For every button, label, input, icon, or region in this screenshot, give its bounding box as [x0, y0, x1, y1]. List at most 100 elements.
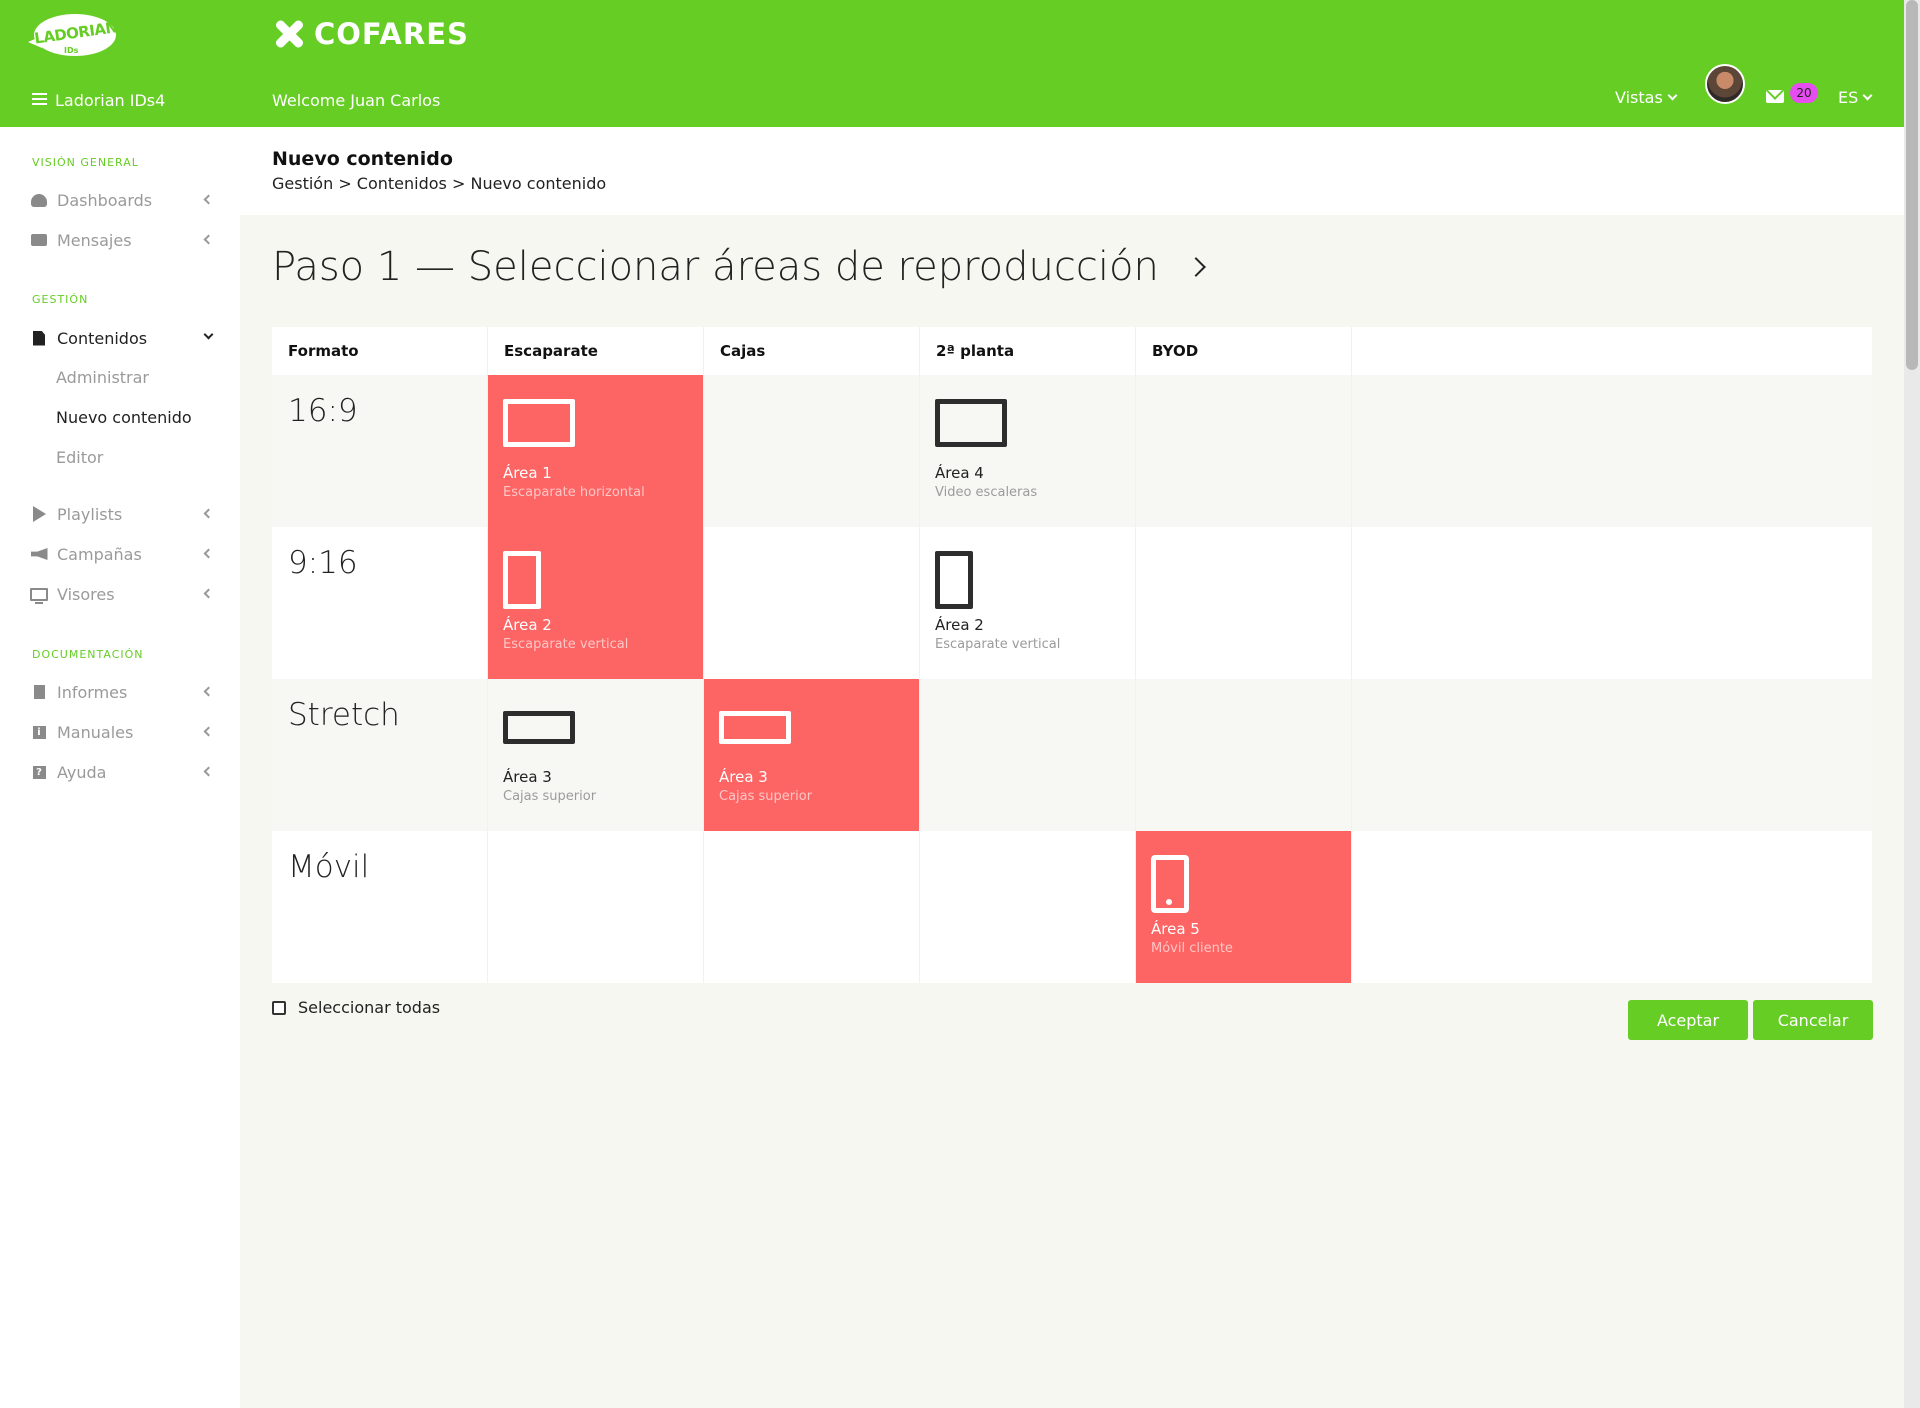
area-card-area-3-escaparate[interactable]: Área 3 Cajas superior — [488, 679, 703, 831]
envelope-icon[interactable] — [1766, 90, 1784, 103]
cofares-mark-icon — [272, 17, 306, 51]
grid-cell: Área 1 Escaparate horizontal — [488, 375, 704, 527]
sidebar-item-label: Dashboards — [57, 190, 153, 210]
grid-cell-empty — [1352, 831, 1872, 983]
area-card-area-1[interactable]: Área 1 Escaparate horizontal — [488, 375, 703, 527]
grid-row-16-9: 16:9 Área 1 Escaparate horizontal Área 4… — [272, 375, 1872, 527]
top-bar: LADORIAN IDs Ladorian IDs4 COFARES Welco… — [0, 0, 1904, 127]
grid-cell-empty — [920, 831, 1136, 983]
grid-cell-empty — [704, 527, 920, 679]
file-icon — [30, 329, 48, 347]
language-dropdown[interactable]: ES — [1838, 88, 1873, 107]
sidebar-item-campanas[interactable]: Campañas — [30, 539, 216, 569]
sidebar-item-playlists[interactable]: Playlists — [30, 499, 216, 529]
chevron-left-icon — [203, 766, 214, 777]
sidebar-item-label: Informes — [57, 682, 128, 702]
area-card-area-5[interactable]: Área 5 Móvil cliente — [1136, 831, 1351, 983]
area-card-area-4[interactable]: Área 4 Video escaleras — [920, 375, 1135, 527]
screen-horizontal-icon — [503, 399, 575, 447]
sidebar-item-manuales[interactable]: i Manuales — [30, 717, 216, 747]
sidebar-item-visores[interactable]: Visores — [30, 579, 216, 609]
area-label: Área 4 — [935, 464, 984, 482]
area-description: Escaparate horizontal — [503, 485, 645, 500]
format-label: 16:9 — [272, 375, 488, 527]
area-description: Escaparate vertical — [935, 637, 1061, 652]
grid-cell-empty — [1136, 679, 1352, 831]
help-icon: ? — [30, 763, 48, 781]
chevron-left-icon — [203, 234, 214, 245]
sidebar-item-contenidos[interactable]: Contenidos — [30, 323, 216, 353]
grid-cell: Área 3 Cajas superior — [704, 679, 920, 831]
step-title-text: Paso 1 — Seleccionar áreas de reproducci… — [272, 244, 1159, 290]
area-description: Móvil cliente — [1151, 941, 1233, 956]
sidebar-item-label: Mensajes — [57, 230, 132, 250]
sidebar-item-informes[interactable]: Informes — [30, 677, 216, 707]
menu-icon[interactable] — [32, 93, 47, 105]
chevron-right-icon[interactable] — [1185, 257, 1206, 277]
sidebar-item-dashboards[interactable]: Dashboards — [30, 185, 216, 215]
select-all[interactable]: Seleccionar todas — [272, 998, 440, 1017]
column-header-2a-planta: 2ª planta — [920, 327, 1136, 375]
area-label: Área 2 — [503, 616, 552, 634]
grid-cell-empty — [704, 831, 920, 983]
area-label: Área 2 — [935, 616, 984, 634]
grid-cell-empty — [1352, 375, 1872, 527]
select-all-label: Seleccionar todas — [298, 998, 441, 1017]
screen-vertical-icon — [503, 551, 541, 609]
grid-cell: Área 2 Escaparate vertical — [920, 527, 1136, 679]
areas-grid: Formato Escaparate Cajas 2ª planta BYOD … — [272, 327, 1872, 983]
sidebar-item-label: Manuales — [57, 722, 134, 742]
play-icon — [30, 505, 48, 523]
welcome-text: Welcome Juan Carlos — [272, 91, 441, 110]
file-text-icon — [30, 683, 48, 701]
language-label: ES — [1838, 88, 1859, 107]
grid-cell-empty — [704, 375, 920, 527]
sidebar-item-label: Playlists — [57, 504, 123, 524]
area-label: Área 3 — [503, 768, 552, 786]
grid-row-movil: Móvil Área 5 Móvil cliente — [272, 831, 1872, 983]
sidebar-item-ayuda[interactable]: ? Ayuda — [30, 757, 216, 787]
envelope-icon — [30, 231, 48, 249]
monitor-icon — [30, 585, 48, 604]
area-description: Escaparate vertical — [503, 637, 629, 652]
sidebar-item-mensajes[interactable]: Mensajes — [30, 225, 216, 255]
grid-cell: Área 2 Escaparate vertical — [488, 527, 704, 679]
cancel-button[interactable]: Cancelar — [1753, 1000, 1873, 1040]
chevron-left-icon — [203, 726, 214, 737]
chevron-down-icon — [203, 329, 214, 340]
accept-button[interactable]: Aceptar — [1628, 1000, 1748, 1040]
sidebar-subitem-editor[interactable]: Editor — [56, 448, 103, 467]
grid-row-stretch: Stretch Área 3 Cajas superior Área 3 Caj… — [272, 679, 1872, 831]
page-scrollbar[interactable] — [1904, 0, 1920, 1408]
area-card-area-2-planta[interactable]: Área 2 Escaparate vertical — [920, 527, 1135, 679]
area-label: Área 1 — [503, 464, 552, 482]
grid-cell-empty — [488, 831, 704, 983]
format-label: 9:16 — [272, 527, 488, 679]
area-card-area-3-cajas[interactable]: Área 3 Cajas superior — [704, 679, 919, 831]
format-label: Móvil — [272, 831, 488, 983]
mobile-phone-icon — [1151, 855, 1189, 913]
app-name[interactable]: Ladorian IDs4 — [55, 91, 165, 110]
cofares-logo: COFARES — [272, 16, 469, 52]
screen-stretch-icon — [503, 711, 575, 744]
sidebar-subitem-administrar[interactable]: Administrar — [56, 368, 149, 387]
area-description: Cajas superior — [503, 789, 597, 804]
select-all-checkbox[interactable] — [272, 1000, 286, 1015]
scrollbar-thumb[interactable] — [1906, 0, 1918, 370]
column-header-empty — [1352, 327, 1872, 375]
sidebar-subitem-nuevo-contenido[interactable]: Nuevo contenido — [56, 408, 192, 427]
area-card-area-2[interactable]: Área 2 Escaparate vertical — [488, 527, 703, 679]
ladorian-logo[interactable]: LADORIAN IDs — [28, 14, 120, 58]
screen-stretch-icon — [719, 711, 791, 744]
user-avatar[interactable] — [1705, 64, 1745, 104]
vistas-dropdown[interactable]: Vistas — [1615, 88, 1678, 107]
grid-cell-empty — [1352, 679, 1872, 831]
sidebar: VISIÓN GENERAL Dashboards Mensajes GESTI… — [0, 127, 240, 1408]
messages-badge: 20 — [1790, 83, 1818, 103]
section-gestion: GESTIÓN — [32, 293, 89, 306]
info-icon: i — [30, 723, 48, 741]
brand-name: COFARES — [314, 17, 469, 51]
grid-cell-empty — [1352, 527, 1872, 679]
format-label: Stretch — [272, 679, 488, 831]
page-header: Nuevo contenido Gestión > Contenidos > N… — [240, 127, 1904, 215]
